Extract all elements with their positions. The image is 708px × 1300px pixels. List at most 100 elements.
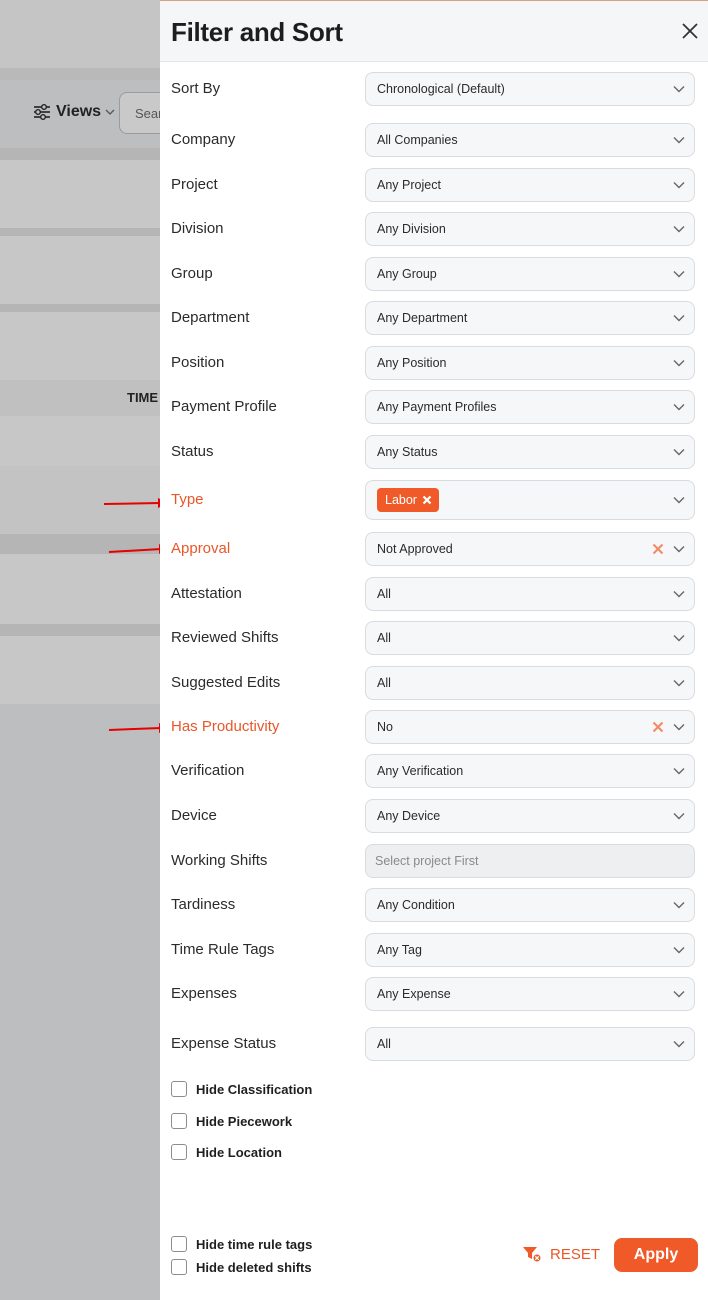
select-value: Any Group bbox=[377, 267, 437, 281]
close-icon[interactable] bbox=[678, 19, 702, 43]
background-divider bbox=[0, 68, 160, 80]
chevron-down-icon bbox=[673, 404, 685, 411]
checkbox-box[interactable] bbox=[171, 1236, 187, 1252]
background-table-row bbox=[0, 554, 160, 624]
chevron-down-icon bbox=[673, 1041, 685, 1048]
type-label: Type bbox=[171, 491, 204, 508]
company-label: Company bbox=[171, 131, 236, 148]
views-label: Views bbox=[56, 103, 102, 120]
verification-select[interactable]: Any Verification bbox=[365, 754, 695, 788]
background-divider bbox=[0, 228, 160, 236]
division-label: Division bbox=[171, 220, 224, 237]
background-table-row bbox=[0, 636, 160, 704]
apply-button[interactable]: Apply bbox=[614, 1238, 698, 1272]
select-value: All bbox=[377, 676, 391, 690]
attestation-select[interactable]: All bbox=[365, 577, 695, 611]
panel-title: Filter and Sort bbox=[171, 17, 343, 47]
hide-piecework-checkbox[interactable]: Hide Piecework bbox=[171, 1113, 292, 1129]
device-label: Device bbox=[171, 807, 217, 824]
background-time-column-header: TIME bbox=[127, 390, 159, 405]
clear-icon[interactable] bbox=[652, 543, 664, 555]
group-select[interactable]: Any Group bbox=[365, 257, 695, 291]
reset-button[interactable]: RESET bbox=[522, 1245, 600, 1263]
background-card bbox=[0, 236, 160, 304]
verification-label: Verification bbox=[171, 762, 245, 779]
filter-clear-icon bbox=[523, 1247, 542, 1263]
hide-deleted-shifts-checkbox[interactable]: Hide deleted shifts bbox=[171, 1259, 312, 1275]
chevron-down-icon bbox=[673, 546, 685, 553]
expense-status-label: Expense Status bbox=[171, 1035, 277, 1052]
payment-profile-select[interactable]: Any Payment Profiles bbox=[365, 390, 695, 424]
checkbox-label: Hide deleted shifts bbox=[196, 1259, 312, 1275]
chevron-down-icon bbox=[673, 497, 685, 504]
background-divider bbox=[0, 304, 160, 312]
views-menu[interactable]: Views bbox=[32, 102, 115, 122]
expenses-label: Expenses bbox=[171, 985, 237, 1002]
remove-chip-icon[interactable] bbox=[422, 495, 432, 505]
status-select[interactable]: Any Status bbox=[365, 435, 695, 469]
approval-select[interactable]: Not Approved bbox=[365, 532, 695, 566]
background-divider bbox=[0, 148, 160, 160]
chevron-down-icon bbox=[673, 591, 685, 598]
company-select[interactable]: All Companies bbox=[365, 123, 695, 157]
position-select[interactable]: Any Position bbox=[365, 346, 695, 380]
sort-by-select[interactable]: Chronological (Default) bbox=[365, 72, 695, 106]
suggested-edits-select[interactable]: All bbox=[365, 666, 695, 700]
hide-location-checkbox[interactable]: Hide Location bbox=[171, 1144, 282, 1160]
chevron-down-icon bbox=[673, 947, 685, 954]
working-shifts-select: Select project First bbox=[365, 844, 695, 878]
select-value: All Companies bbox=[377, 133, 458, 147]
checkbox-label: Hide Classification bbox=[196, 1081, 313, 1097]
select-value: Not Approved bbox=[377, 542, 453, 556]
type-chip: Labor bbox=[377, 488, 439, 512]
chevron-down-icon bbox=[673, 724, 685, 731]
chevron-down-icon bbox=[673, 449, 685, 456]
type-select[interactable]: Labor bbox=[365, 480, 695, 520]
chevron-down-icon bbox=[673, 137, 685, 144]
working-shifts-label: Working Shifts bbox=[171, 852, 268, 869]
clear-icon[interactable] bbox=[652, 721, 664, 733]
checkbox-label: Hide time rule tags bbox=[196, 1236, 313, 1252]
device-select[interactable]: Any Device bbox=[365, 799, 695, 833]
department-select[interactable]: Any Department bbox=[365, 301, 695, 335]
checkbox-box[interactable] bbox=[171, 1113, 187, 1129]
sliders-icon bbox=[34, 104, 50, 120]
checkbox-box[interactable] bbox=[171, 1144, 187, 1160]
time-rule-tags-select[interactable]: Any Tag bbox=[365, 933, 695, 967]
select-value: Any Tag bbox=[377, 943, 422, 957]
has-productivity-select[interactable]: No bbox=[365, 710, 695, 744]
reviewed-shifts-label: Reviewed Shifts bbox=[171, 629, 279, 646]
chevron-down-icon bbox=[105, 109, 115, 115]
division-select[interactable]: Any Division bbox=[365, 212, 695, 246]
select-value: Any Payment Profiles bbox=[377, 400, 497, 414]
select-value: Any Division bbox=[377, 222, 446, 236]
select-value: Any Position bbox=[377, 356, 447, 370]
select-value: Any Device bbox=[377, 809, 441, 823]
hide-time-rule-tags-checkbox[interactable]: Hide time rule tags bbox=[171, 1236, 312, 1252]
background-table-row bbox=[0, 416, 160, 466]
select-value: Any Expense bbox=[377, 987, 451, 1001]
select-placeholder: Select project First bbox=[375, 854, 479, 868]
background-card bbox=[0, 312, 160, 380]
background-divider bbox=[0, 624, 160, 636]
background-top-bar bbox=[0, 0, 160, 68]
background-overlay: Views Sear TIME bbox=[0, 0, 179, 1300]
expense-status-select[interactable]: All bbox=[365, 1027, 695, 1061]
panel-header: Filter and Sort bbox=[160, 1, 708, 62]
project-select[interactable]: Any Project bbox=[365, 168, 695, 202]
tardiness-select[interactable]: Any Condition bbox=[365, 888, 695, 922]
expenses-select[interactable]: Any Expense bbox=[365, 977, 695, 1011]
filter-sort-panel: Filter and Sort Sort By Chronological (De… bbox=[160, 0, 708, 1300]
checkbox-box[interactable] bbox=[171, 1259, 187, 1275]
chevron-down-icon bbox=[673, 360, 685, 367]
hide-classification-checkbox[interactable]: Hide Classification bbox=[171, 1081, 312, 1097]
chip-label: Labor bbox=[385, 493, 417, 507]
select-value: Any Verification bbox=[377, 764, 464, 778]
attestation-label: Attestation bbox=[171, 585, 242, 602]
tardiness-label: Tardiness bbox=[171, 896, 236, 913]
checkbox-box[interactable] bbox=[171, 1081, 187, 1097]
reviewed-shifts-select[interactable]: All bbox=[365, 621, 695, 655]
department-label: Department bbox=[171, 309, 250, 326]
approval-label: Approval bbox=[171, 540, 231, 557]
project-label: Project bbox=[171, 176, 218, 193]
